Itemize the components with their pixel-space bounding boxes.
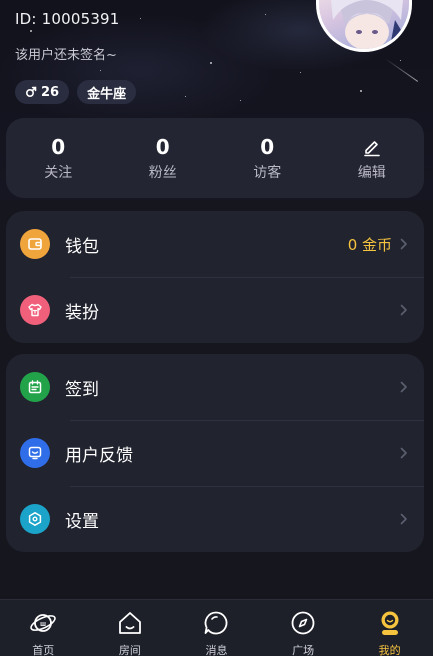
calendar-icon: [20, 372, 50, 402]
visitors-count: 0: [260, 134, 275, 159]
nav-tab-rooms[interactable]: 房间: [87, 600, 174, 656]
menu-group-settings: 签到 用户反馈 设置: [6, 354, 424, 552]
fans-count: 0: [155, 134, 170, 159]
fans-label: 粉丝: [148, 164, 177, 181]
chevron-right-icon: [400, 303, 410, 317]
feedback-icon: [20, 438, 50, 468]
avatar-illustration: [331, 0, 409, 49]
feedback-label: 用户反馈: [65, 445, 133, 466]
settings-hex-icon: [20, 504, 50, 534]
menu-item-dressup[interactable]: 装扮: [6, 277, 424, 343]
user-id: ID: 10005391: [15, 10, 120, 28]
chevron-right-icon: [400, 237, 410, 251]
gender-age-badge: 26: [15, 80, 70, 104]
stat-following[interactable]: 0 关注: [6, 118, 111, 198]
pencil-icon: [362, 135, 382, 159]
nav-tab-mine[interactable]: 我的: [346, 600, 433, 656]
planet-icon: ш: [29, 609, 57, 637]
nav-label-mine: 我的: [378, 644, 401, 656]
chevron-right-icon: [400, 446, 410, 460]
coin-balance: 0 金币: [347, 235, 392, 254]
following-label: 关注: [44, 164, 73, 181]
nav-tab-home[interactable]: ш 首页: [0, 600, 87, 656]
nav-tab-messages[interactable]: 消息: [173, 600, 260, 656]
menu-item-checkin[interactable]: 签到: [6, 354, 424, 420]
nav-tab-square[interactable]: 广场: [260, 600, 347, 656]
bottom-nav: ш 首页 房间 消息 广场 我的: [0, 599, 433, 656]
settings-label: 设置: [65, 511, 99, 532]
menu-item-wallet[interactable]: 钱包 0 金币: [6, 211, 424, 277]
shirt-icon: [20, 295, 50, 325]
nav-label-home: 首页: [32, 644, 55, 656]
edit-profile-button[interactable]: 编辑: [320, 118, 425, 198]
menu-item-settings[interactable]: 设置: [6, 486, 424, 552]
menu-item-feedback[interactable]: 用户反馈: [6, 420, 424, 486]
dressup-label: 装扮: [65, 302, 99, 323]
age-text: 26: [41, 84, 60, 100]
profile-face-icon: [376, 609, 404, 637]
male-icon: [25, 86, 37, 98]
edit-label: 编辑: [357, 164, 386, 181]
wallet-icon: [20, 229, 50, 259]
stat-visitors[interactable]: 0 访客: [215, 118, 320, 198]
visitors-label: 访客: [253, 164, 282, 181]
nav-label-rooms: 房间: [118, 644, 141, 656]
stat-fans[interactable]: 0 粉丝: [111, 118, 216, 198]
following-count: 0: [51, 134, 66, 159]
chat-bubble-icon: [202, 609, 230, 637]
user-signature: 该用户还未签名~: [15, 48, 117, 63]
compass-icon: [289, 609, 317, 637]
zodiac-badge: 金牛座: [77, 80, 137, 104]
stats-card: 0 关注 0 粉丝 0 访客 编辑: [6, 118, 424, 198]
chevron-right-icon: [400, 380, 410, 394]
wallet-label: 钱包: [65, 236, 99, 257]
svg-text:ш: ш: [40, 621, 46, 628]
avatar[interactable]: [316, 0, 412, 52]
profile-tags: 26 金牛座: [15, 80, 137, 104]
chevron-right-icon: [400, 512, 410, 526]
nav-label-messages: 消息: [205, 644, 228, 656]
house-icon: [116, 609, 144, 637]
menu-group-wallet: 钱包 0 金币 装扮: [6, 211, 424, 343]
zodiac-text: 金牛座: [87, 86, 127, 102]
checkin-label: 签到: [65, 379, 99, 400]
nav-label-square: 广场: [292, 644, 315, 656]
